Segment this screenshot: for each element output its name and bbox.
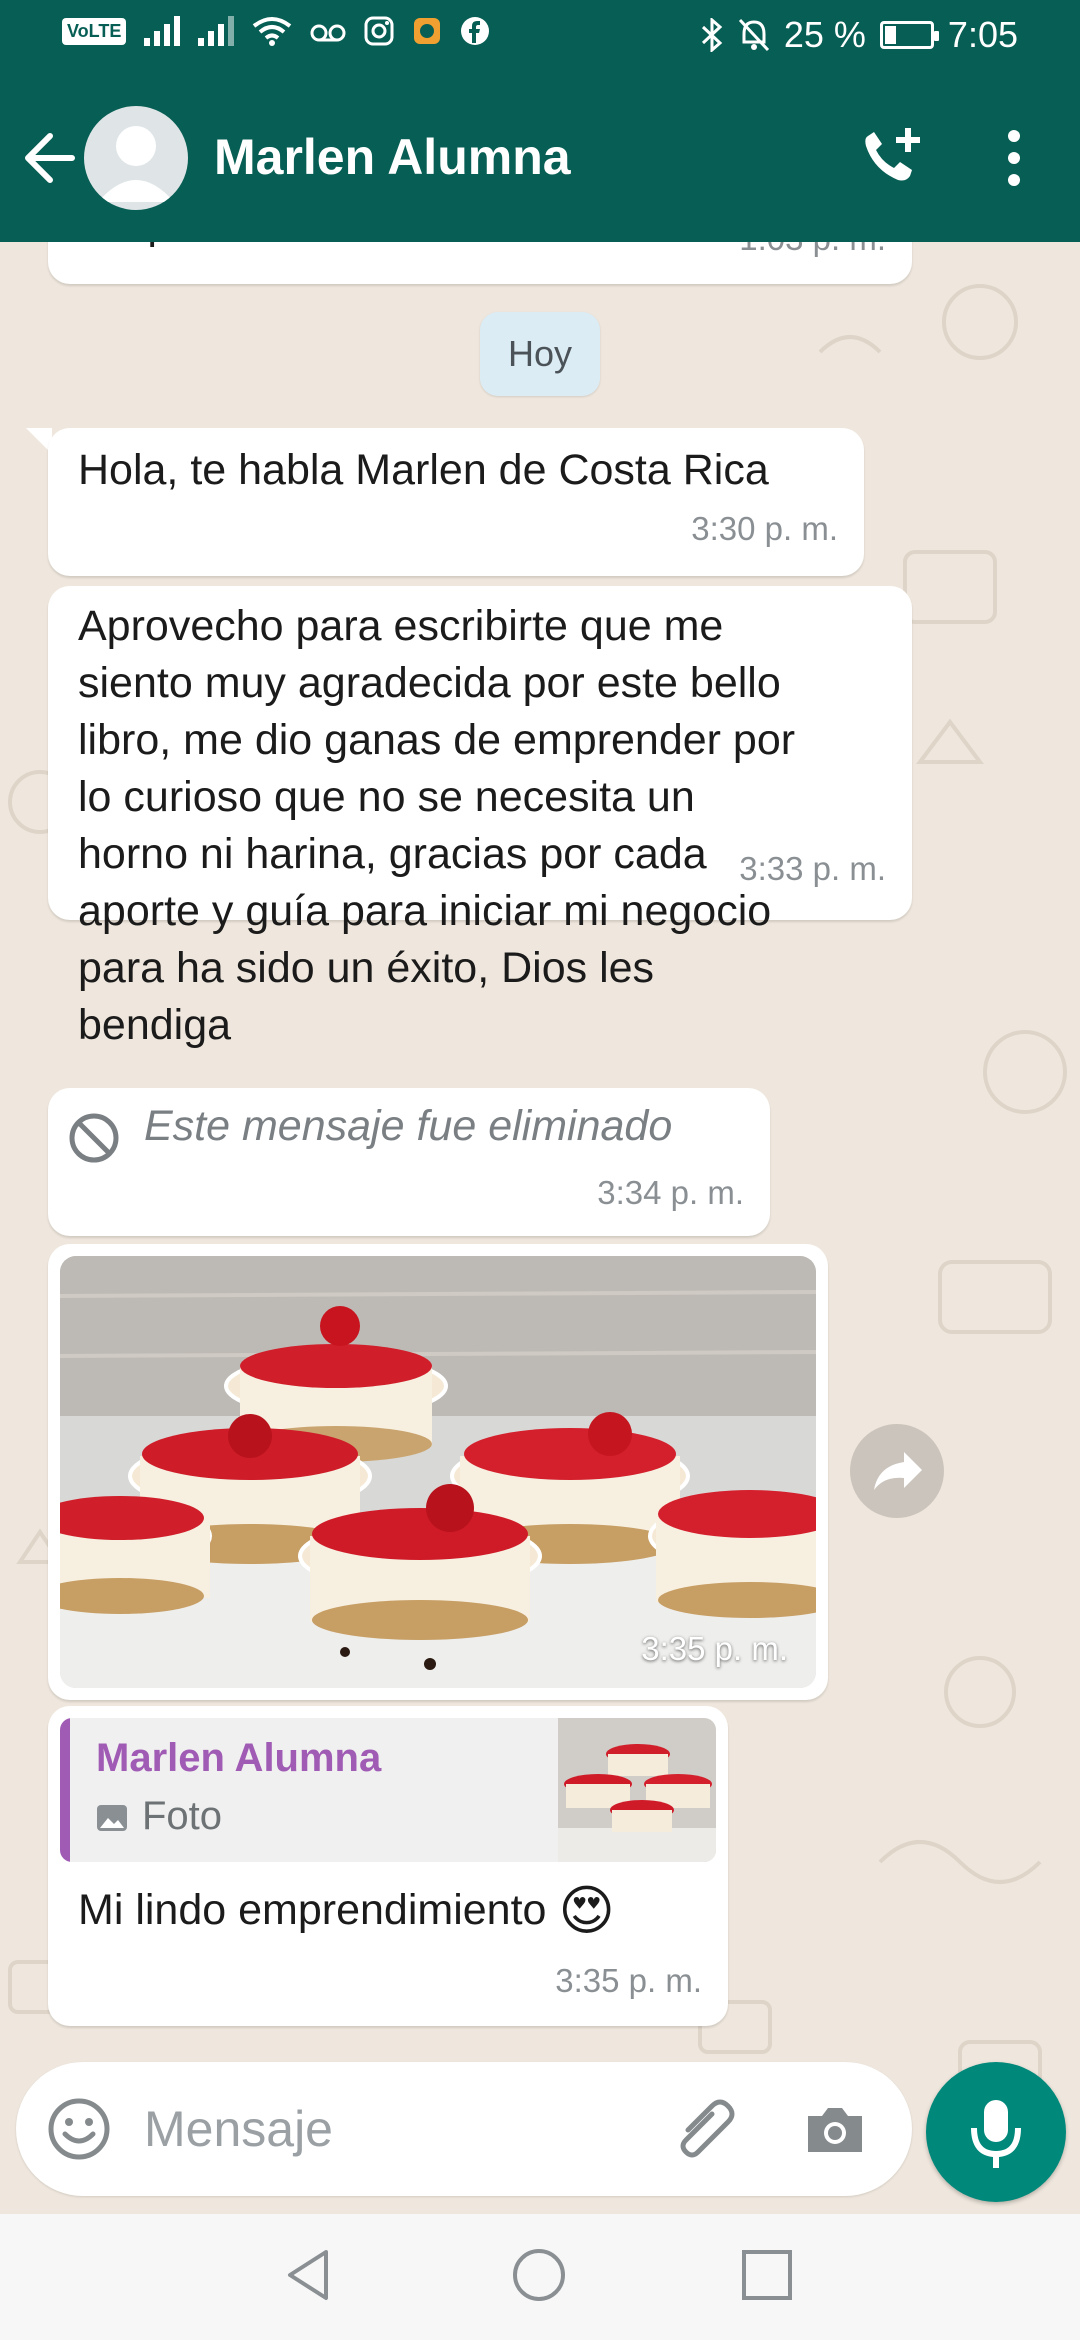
image-message-bubble[interactable]: 3:35 p. m. xyxy=(48,1244,828,1700)
message-bubble[interactable]: Aprovecho para escribirte que me siento … xyxy=(48,586,912,1049)
voice-record-button[interactable] xyxy=(926,2062,1066,2202)
nav-back-button[interactable] xyxy=(280,2244,342,2306)
nav-home-icon xyxy=(513,2249,565,2301)
blocked-icon xyxy=(69,1113,119,1163)
attach-button[interactable] xyxy=(668,2092,740,2164)
facebook-icon xyxy=(461,17,490,45)
more-options-button[interactable] xyxy=(996,124,1032,194)
date-chip: Hoy xyxy=(480,312,600,396)
deleted-message-text: Este mensaje fue eliminado xyxy=(144,1102,673,1150)
quote-type-label: Foto xyxy=(142,1794,223,1838)
battery-icon xyxy=(879,21,939,49)
message-text-multiline: Aprovecho para escribirte que me siento … xyxy=(78,598,908,1054)
attach-icon xyxy=(680,2099,735,2158)
quote-thumbnail xyxy=(558,1718,716,1862)
more-vert-icon xyxy=(1008,130,1020,186)
message-photo[interactable]: 3:35 p. m. xyxy=(60,1256,816,1688)
signal-icon-2 xyxy=(198,16,235,46)
status-left: VoLTE xyxy=(62,16,490,46)
chat-header: Marlen Alumna xyxy=(0,74,1080,242)
message-line: libro, me dio ganas de emprender por xyxy=(78,716,796,764)
signal-icon xyxy=(144,16,181,46)
camera-icon xyxy=(808,2108,862,2152)
message-line: siento muy agradecida por este bello xyxy=(78,659,781,707)
message-line: aporte y guía para iniciar mi negocio xyxy=(78,887,772,935)
message-bubble[interactable]: Hola, te habla Marlen de Costa Rica 3:30… xyxy=(48,428,864,576)
message-input[interactable] xyxy=(144,2090,664,2168)
camera-button[interactable] xyxy=(802,2096,868,2162)
voicemail-icon xyxy=(310,24,346,42)
message-text: Mi lindo emprendimiento 😍 xyxy=(78,1882,615,1939)
forward-icon xyxy=(874,1452,922,1490)
cheesecake-photo xyxy=(60,1256,816,1688)
message-text: del producto de cheesecake xyxy=(78,242,616,253)
volte-badge: VoLTE xyxy=(62,17,127,45)
status-bar: VoLTE 25 % 7:05 xyxy=(0,0,1080,74)
message-bubble-partial[interactable]: del producto de cheesecake 1:03 p. m. xyxy=(48,242,912,284)
back-arrow-icon xyxy=(25,133,75,183)
bluetooth-icon xyxy=(701,18,723,52)
avatar-icon xyxy=(98,126,174,202)
message-text: Hola, te habla Marlen de Costa Rica xyxy=(78,446,769,494)
mic-icon xyxy=(971,2100,1021,2168)
message-line: para ha sido un éxito, Dios les xyxy=(78,944,655,992)
avatar[interactable] xyxy=(84,106,188,210)
clock: 7:05 xyxy=(947,14,1018,55)
cheesecake-thumbnail xyxy=(558,1718,716,1862)
contact-name[interactable]: Marlen Alumna xyxy=(214,128,571,186)
instagram-icon xyxy=(364,16,394,46)
add-call-icon xyxy=(865,128,920,181)
message-time: 3:34 p. m. xyxy=(597,1174,744,1211)
photo-icon xyxy=(97,1805,127,1831)
emoji-button[interactable] xyxy=(46,2096,112,2162)
app-icon xyxy=(414,18,441,44)
system-navigation-bar xyxy=(0,2214,1080,2340)
photo-time: 3:35 p. m. xyxy=(641,1630,788,1667)
emoji-icon xyxy=(48,2098,110,2160)
message-text-content: Mi lindo emprendimiento xyxy=(78,1886,547,1934)
message-time: 1:03 p. m. xyxy=(739,242,886,258)
message-line: lo curioso que no se necesita un xyxy=(78,773,695,821)
add-call-button[interactable] xyxy=(856,122,926,192)
deleted-message-bubble[interactable]: Este mensaje fue eliminado 3:34 p. m. xyxy=(48,1088,770,1236)
wifi-icon xyxy=(253,17,292,46)
reply-message-bubble[interactable]: Marlen Alumna Foto Mi lindo emprendimien… xyxy=(48,1706,728,2026)
back-button[interactable] xyxy=(20,126,78,190)
status-right: 25 % 7:05 xyxy=(700,14,1018,56)
message-input-bar xyxy=(16,2062,912,2196)
quote-sender-name: Marlen Alumna xyxy=(96,1736,382,1780)
forward-button[interactable] xyxy=(850,1424,944,1518)
nav-home-button[interactable] xyxy=(508,2244,570,2306)
heart-eyes-emoji: 😍 xyxy=(558,1879,615,1942)
message-time: 3:30 p. m. xyxy=(691,510,838,547)
message-line: bendiga xyxy=(78,1001,232,1049)
nav-recent-button[interactable] xyxy=(736,2244,798,2306)
chat-area[interactable]: del producto de cheesecake 1:03 p. m. Ho… xyxy=(0,242,1080,2214)
quoted-message[interactable]: Marlen Alumna Foto xyxy=(60,1718,716,1862)
message-time: 3:33 p. m. xyxy=(739,850,886,887)
message-line: Aprovecho para escribirte que me xyxy=(78,602,724,650)
notifications-off-icon xyxy=(738,18,769,52)
message-time: 3:35 p. m. xyxy=(555,1962,702,1999)
battery-percent: 25 % xyxy=(783,14,866,55)
nav-back-icon xyxy=(288,2250,328,2300)
quote-accent-bar xyxy=(60,1718,70,1862)
nav-recent-icon xyxy=(742,2250,792,2300)
